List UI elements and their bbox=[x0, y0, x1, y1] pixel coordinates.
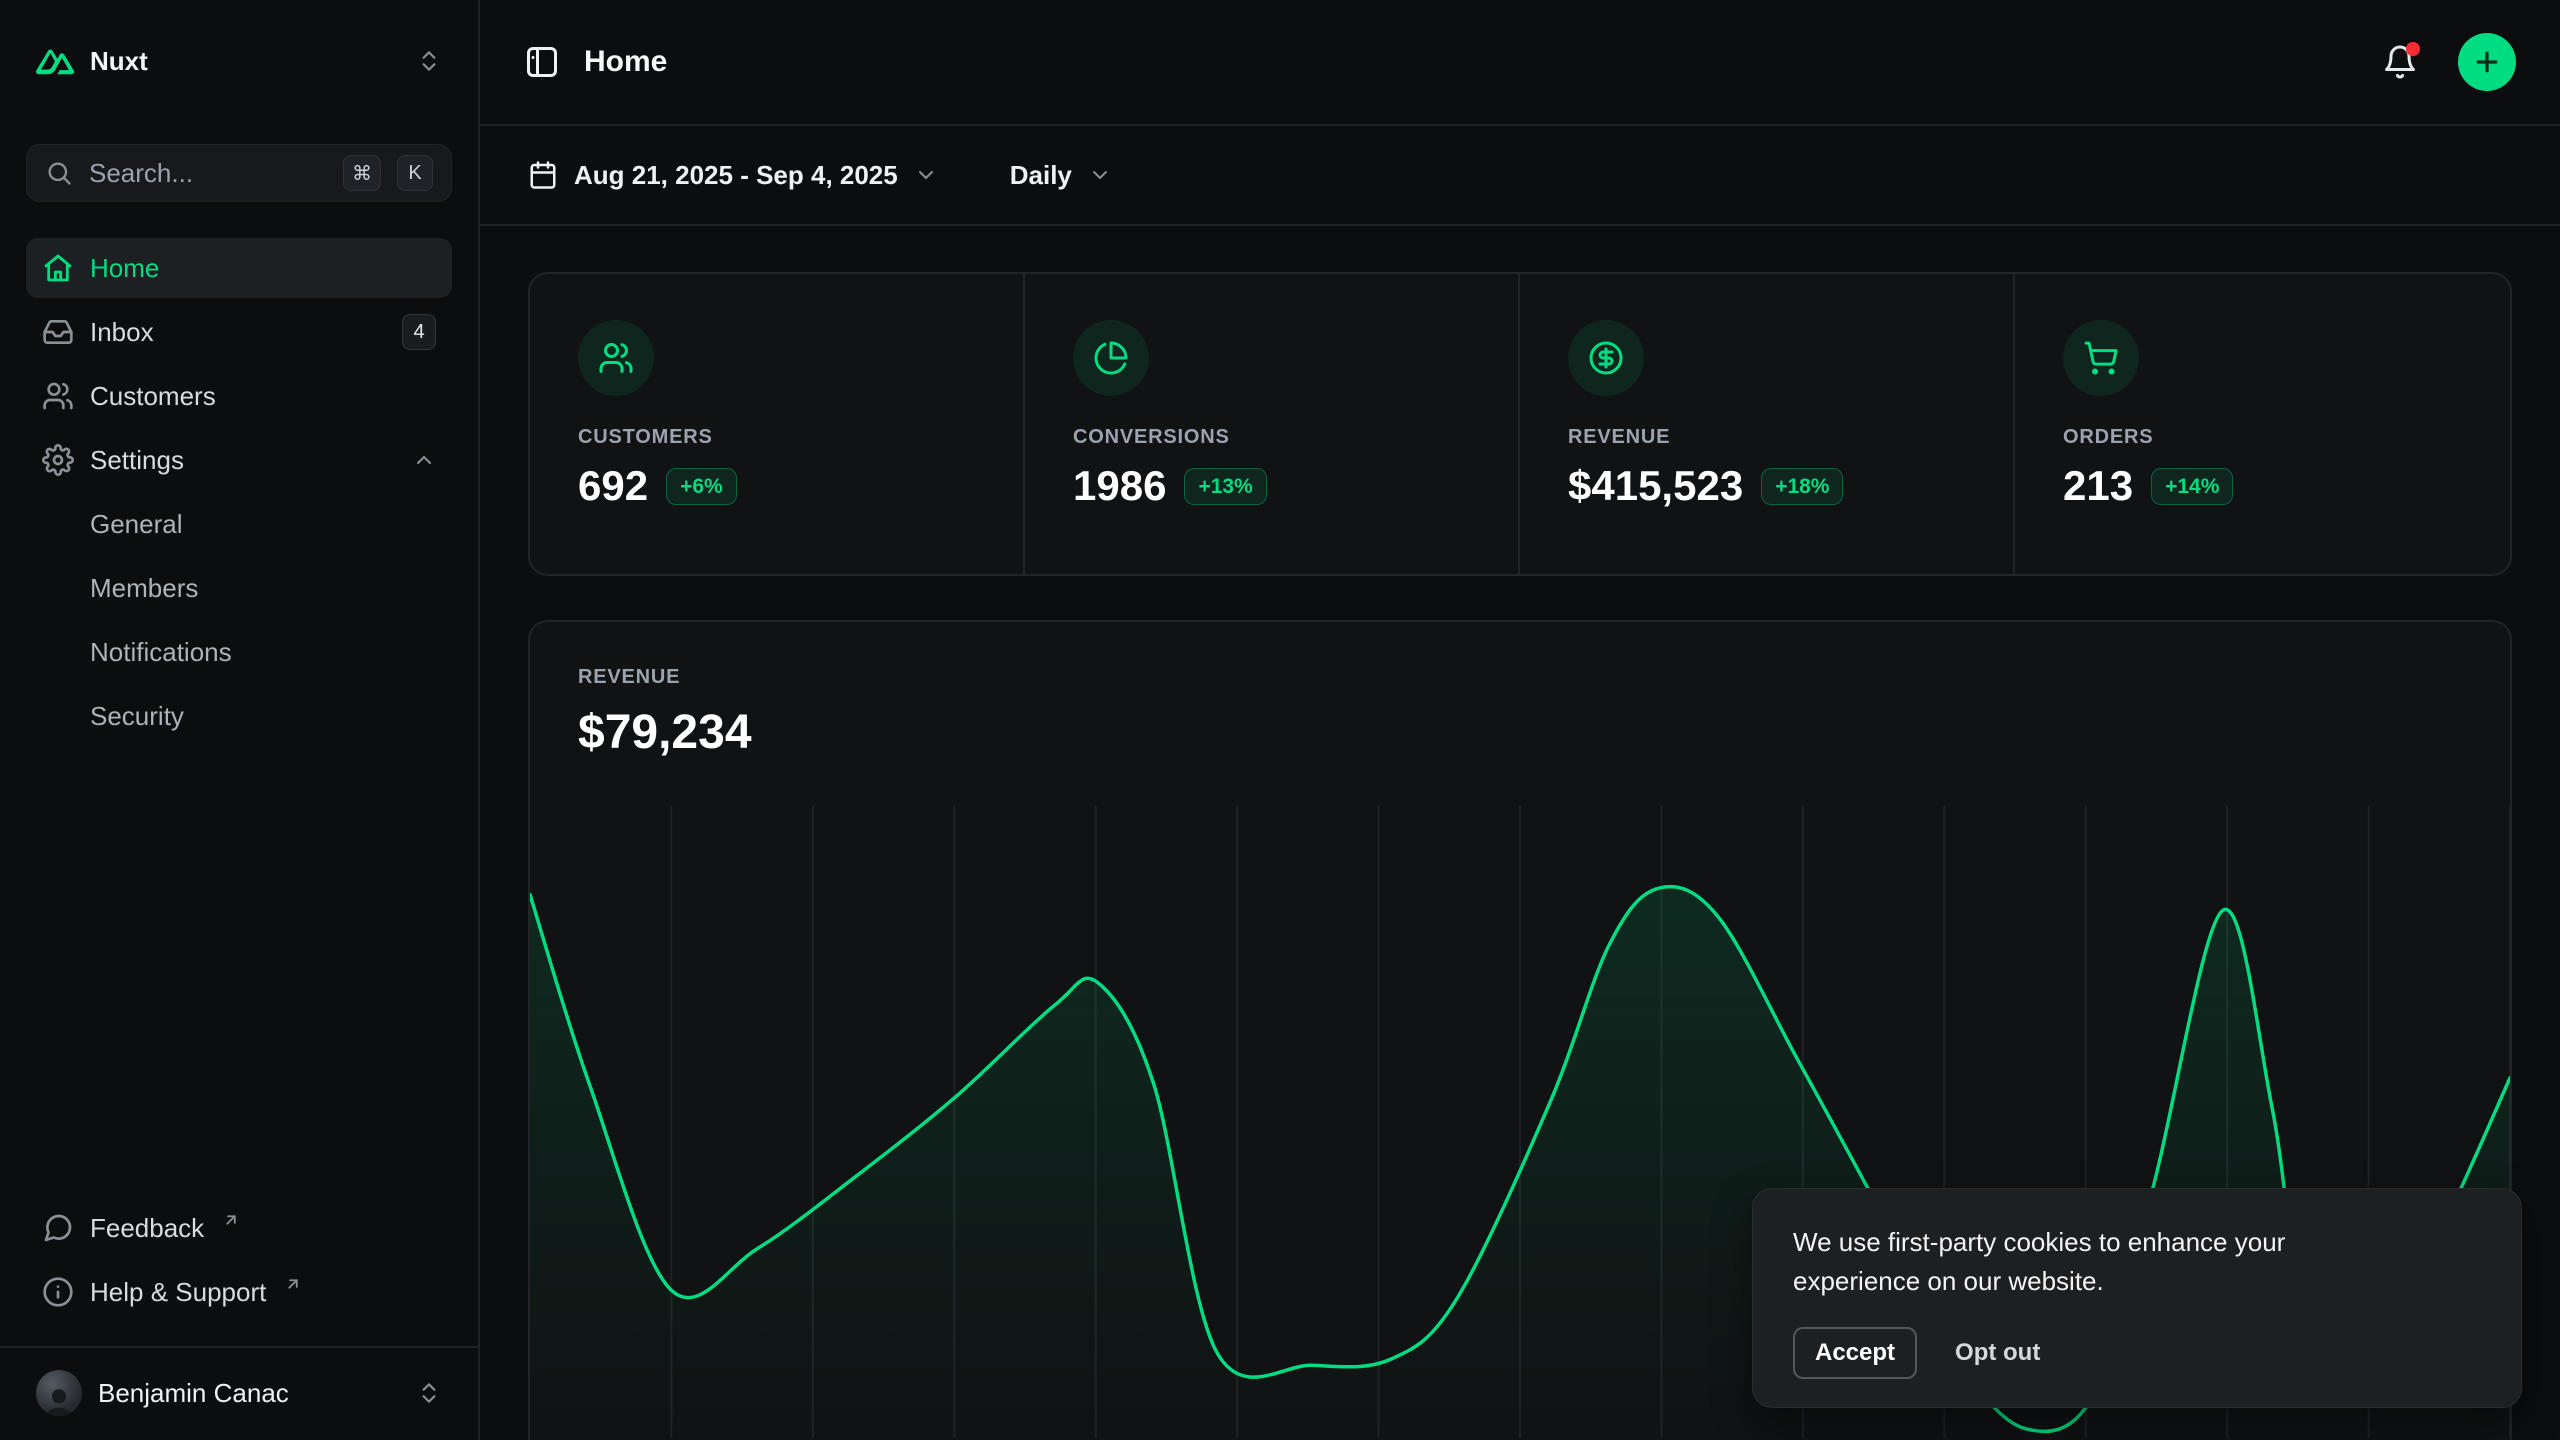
feedback-link[interactable]: Feedback bbox=[26, 1198, 452, 1258]
stat-delta-badge: +13% bbox=[1184, 468, 1266, 505]
user-menu[interactable]: Benjamin Canac bbox=[26, 1364, 452, 1422]
stat-label: CUSTOMERS bbox=[578, 426, 975, 449]
chevron-up-icon bbox=[412, 448, 436, 472]
stat-delta-badge: +18% bbox=[1761, 468, 1843, 505]
stat-value: 692 bbox=[578, 465, 648, 507]
stat-delta-badge: +14% bbox=[2151, 468, 2233, 505]
stat-card-conversions[interactable]: CONVERSIONS 1986 +13% bbox=[1025, 274, 1520, 574]
message-bubble-icon bbox=[42, 1212, 74, 1244]
external-link-icon bbox=[222, 1211, 240, 1229]
inbox-icon bbox=[42, 316, 74, 348]
workspace-switcher[interactable]: Nuxt bbox=[26, 30, 452, 92]
kbd-cmd: ⌘ bbox=[343, 155, 381, 191]
sidebar-item-general[interactable]: General bbox=[26, 494, 452, 554]
sidebar-subitem-label: Notifications bbox=[90, 637, 232, 668]
stat-card-customers[interactable]: CUSTOMERS 692 +6% bbox=[530, 274, 1025, 574]
revenue-chart-value: $79,234 bbox=[578, 705, 2462, 760]
search-icon bbox=[45, 159, 73, 187]
brand-name: Nuxt bbox=[90, 46, 148, 77]
filter-bar: Aug 21, 2025 - Sep 4, 2025 Daily bbox=[480, 126, 2560, 226]
stat-card-orders[interactable]: ORDERS 213 +14% bbox=[2015, 274, 2510, 574]
plus-icon bbox=[2472, 47, 2502, 77]
page-title: Home bbox=[584, 45, 667, 79]
sidebar-item-members[interactable]: Members bbox=[26, 558, 452, 618]
sidebar-item-security[interactable]: Security bbox=[26, 686, 452, 746]
period-label: Daily bbox=[1010, 160, 1072, 191]
sidebar-footer: Feedback Help & Support bbox=[26, 1198, 452, 1322]
sidebar-subitem-label: Members bbox=[90, 573, 198, 604]
chevrons-up-down-icon bbox=[416, 48, 442, 74]
sidebar-subitem-label: Security bbox=[90, 701, 184, 732]
gear-icon bbox=[42, 444, 74, 476]
home-icon bbox=[42, 252, 74, 284]
help-support-link[interactable]: Help & Support bbox=[26, 1262, 452, 1322]
dollar-circle-icon bbox=[1568, 320, 1644, 396]
inbox-count-badge: 4 bbox=[402, 314, 436, 350]
top-header: Home bbox=[480, 0, 2560, 126]
notification-dot bbox=[2406, 42, 2420, 56]
sidebar-item-label: Inbox bbox=[90, 317, 154, 348]
stat-label: CONVERSIONS bbox=[1073, 426, 1470, 449]
calendar-icon bbox=[528, 160, 558, 190]
sidebar-item-customers[interactable]: Customers bbox=[26, 366, 452, 426]
users-icon bbox=[42, 380, 74, 412]
cookie-banner: We use first-party cookies to enhance yo… bbox=[1752, 1188, 2522, 1408]
sidebar-item-label: Home bbox=[90, 253, 159, 284]
period-select[interactable]: Daily bbox=[1010, 160, 1112, 191]
notifications-button[interactable] bbox=[2382, 44, 2418, 80]
panel-left-icon bbox=[524, 44, 560, 80]
stat-value: $415,523 bbox=[1568, 465, 1743, 507]
feedback-label: Feedback bbox=[90, 1213, 204, 1244]
chevrons-up-down-icon bbox=[416, 1380, 442, 1406]
sidebar-item-inbox[interactable]: Inbox 4 bbox=[26, 302, 452, 362]
sidebar-item-home[interactable]: Home bbox=[26, 238, 452, 298]
sidebar: Nuxt ⌘ K Home Inbox 4 bbox=[0, 0, 480, 1440]
cookie-optout-button[interactable]: Opt out bbox=[1955, 1329, 2040, 1377]
help-support-label: Help & Support bbox=[90, 1277, 266, 1308]
user-name: Benjamin Canac bbox=[98, 1378, 289, 1409]
search-box[interactable]: ⌘ K bbox=[26, 144, 452, 202]
sidebar-item-label: Settings bbox=[90, 445, 184, 476]
sidebar-subitem-label: General bbox=[90, 509, 183, 540]
search-input[interactable] bbox=[89, 158, 327, 189]
sidebar-nav: Home Inbox 4 Customers Settings General bbox=[26, 238, 452, 746]
stat-value: 1986 bbox=[1073, 465, 1166, 507]
info-circle-icon bbox=[42, 1276, 74, 1308]
kbd-k: K bbox=[397, 155, 433, 191]
cookie-accept-button[interactable]: Accept bbox=[1793, 1327, 1917, 1379]
user-section: Benjamin Canac bbox=[0, 1346, 478, 1440]
shopping-cart-icon bbox=[2063, 320, 2139, 396]
external-link-icon bbox=[284, 1275, 302, 1293]
sidebar-collapse-button[interactable] bbox=[524, 44, 560, 80]
stats-row: CUSTOMERS 692 +6% CONVERSIONS 1986 +13% bbox=[528, 272, 2512, 576]
chevron-down-icon bbox=[914, 163, 938, 187]
revenue-chart-label: REVENUE bbox=[578, 666, 2462, 689]
sidebar-item-notifications[interactable]: Notifications bbox=[26, 622, 452, 682]
nuxt-logo-icon bbox=[36, 47, 74, 75]
date-range-picker[interactable]: Aug 21, 2025 - Sep 4, 2025 bbox=[528, 160, 938, 191]
users-icon bbox=[578, 320, 654, 396]
pie-chart-icon bbox=[1073, 320, 1149, 396]
stat-delta-badge: +6% bbox=[666, 468, 737, 505]
add-button[interactable] bbox=[2458, 33, 2516, 91]
cookie-message: We use first-party cookies to enhance yo… bbox=[1793, 1223, 2393, 1301]
chevron-down-icon bbox=[1088, 163, 1112, 187]
avatar bbox=[36, 1370, 82, 1416]
stat-value: 213 bbox=[2063, 465, 2133, 507]
sidebar-item-label: Customers bbox=[90, 381, 216, 412]
stat-label: REVENUE bbox=[1568, 426, 1965, 449]
sidebar-item-settings[interactable]: Settings bbox=[26, 430, 452, 490]
stat-label: ORDERS bbox=[2063, 426, 2462, 449]
stat-card-revenue[interactable]: REVENUE $415,523 +18% bbox=[1520, 274, 2015, 574]
date-range-label: Aug 21, 2025 - Sep 4, 2025 bbox=[574, 160, 898, 191]
